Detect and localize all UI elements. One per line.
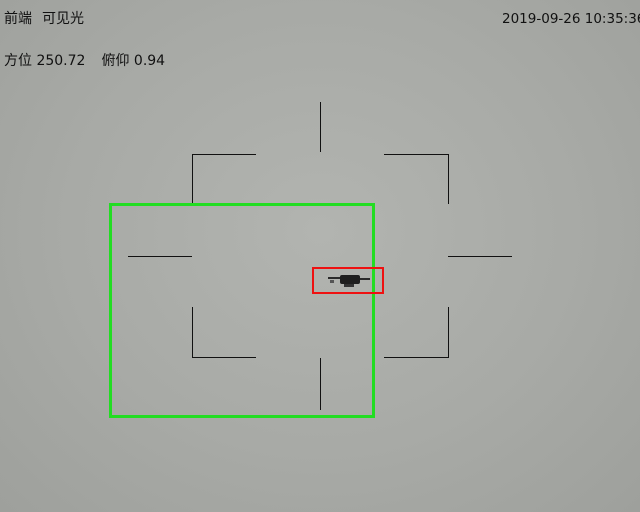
reticle-top-tick — [320, 102, 321, 152]
reticle-corner-br-h — [384, 357, 448, 358]
green-tracking-box — [109, 203, 375, 418]
reticle-right-tick — [448, 256, 512, 257]
timestamp: 2019-09-26 10:35:36 — [502, 11, 640, 27]
reticle-corner-br-v — [448, 307, 449, 358]
azimuth-label: 方位 — [4, 53, 32, 69]
mode-label: 前端 — [4, 11, 32, 27]
pitch-value: 0.94 — [133, 53, 166, 69]
reticle-corner-tl-v — [192, 154, 193, 204]
channel-label: 可见光 — [42, 11, 84, 27]
azimuth-value: 250.72 — [36, 53, 86, 69]
reticle-corner-tr-h — [384, 154, 448, 155]
pitch-label: 俯仰 — [101, 53, 130, 69]
angle-readout: 方位 250.72 俯仰 0.94 — [4, 53, 165, 69]
source-label: 前端 可见光 — [4, 11, 84, 27]
camera-view: 前端 可见光 2019-09-26 10:35:36 方位 250.72 俯仰 0.… — [0, 0, 640, 512]
red-target-box — [312, 267, 384, 294]
reticle-corner-tl-h — [192, 154, 256, 155]
reticle-corner-tr-v — [448, 154, 449, 204]
